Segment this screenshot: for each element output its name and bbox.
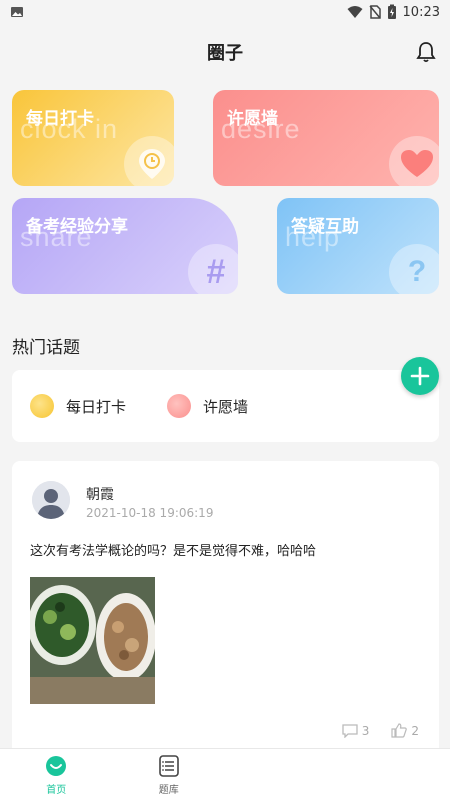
topic-label: 许愿墙 [203, 396, 248, 417]
card-label: 每日打卡 [26, 104, 94, 129]
post-stats: 3 2 [342, 723, 419, 738]
heart-icon [389, 136, 439, 186]
tab-home[interactable]: 首页 [0, 749, 113, 801]
card-daily-checkin[interactable]: clock in 每日打卡 [12, 90, 174, 186]
post-author[interactable]: 朝霞 [86, 484, 114, 504]
like-count-value: 2 [411, 724, 419, 738]
list-icon [157, 754, 181, 778]
tab-question-bank[interactable]: 题库 [113, 749, 226, 801]
wifi-icon [347, 5, 363, 19]
topic-label: 每日打卡 [66, 396, 126, 417]
tab-third[interactable] [225, 749, 338, 801]
topic-daily-checkin[interactable]: 每日打卡 [30, 394, 126, 418]
status-bar: 10:23 [0, 0, 450, 24]
card-label: 许愿墙 [227, 104, 278, 129]
post-card[interactable]: 朝霞 2021-10-18 19:06:19 这次有考法学概论的吗？是不是觉得不… [12, 461, 439, 761]
no-sim-icon [369, 5, 381, 19]
post-photo[interactable] [30, 577, 155, 704]
comment-count-value: 3 [362, 724, 370, 738]
avatar[interactable] [32, 481, 70, 519]
card-label: 答疑互助 [291, 212, 359, 237]
location-clock-icon [124, 136, 174, 186]
thumbs-up-icon [391, 723, 407, 738]
tab-label: 首页 [46, 781, 66, 796]
topic-dot [167, 394, 191, 418]
hot-topics-title: 热门话题 [12, 333, 80, 358]
card-qa-help[interactable]: help 答疑互助 ? [277, 198, 439, 294]
card-exam-experience[interactable]: share 备考经验分享 # [12, 198, 238, 294]
topic-dot [30, 394, 54, 418]
status-time: 10:23 [403, 5, 440, 20]
hot-topics-panel: 每日打卡 许愿墙 [12, 370, 439, 442]
post-content: 这次有考法学概论的吗？是不是觉得不难，哈哈哈 [30, 540, 316, 559]
page-title: 圈子 [207, 39, 243, 65]
question-icon: ? [389, 244, 439, 294]
app-header: 圈子 [0, 30, 450, 74]
tab-fourth[interactable] [338, 749, 450, 801]
card-label: 备考经验分享 [26, 212, 128, 237]
home-chat-icon [44, 754, 68, 778]
comment-count[interactable]: 3 [342, 723, 370, 738]
battery-icon [387, 4, 397, 20]
image-icon [10, 5, 24, 19]
topic-wish-wall[interactable]: 许愿墙 [167, 394, 248, 418]
like-count[interactable]: 2 [391, 723, 419, 738]
tab-label: 题库 [159, 781, 179, 796]
post-time: 2021-10-18 19:06:19 [86, 506, 213, 520]
hash-icon: # [188, 244, 238, 294]
bell-icon[interactable] [414, 40, 438, 64]
bottom-tab-bar: 首页 题库 [0, 748, 450, 801]
add-post-button[interactable] [401, 357, 439, 395]
plus-icon [410, 366, 430, 386]
card-wish-wall[interactable]: desire 许愿墙 [213, 90, 439, 186]
comment-icon [342, 724, 358, 738]
